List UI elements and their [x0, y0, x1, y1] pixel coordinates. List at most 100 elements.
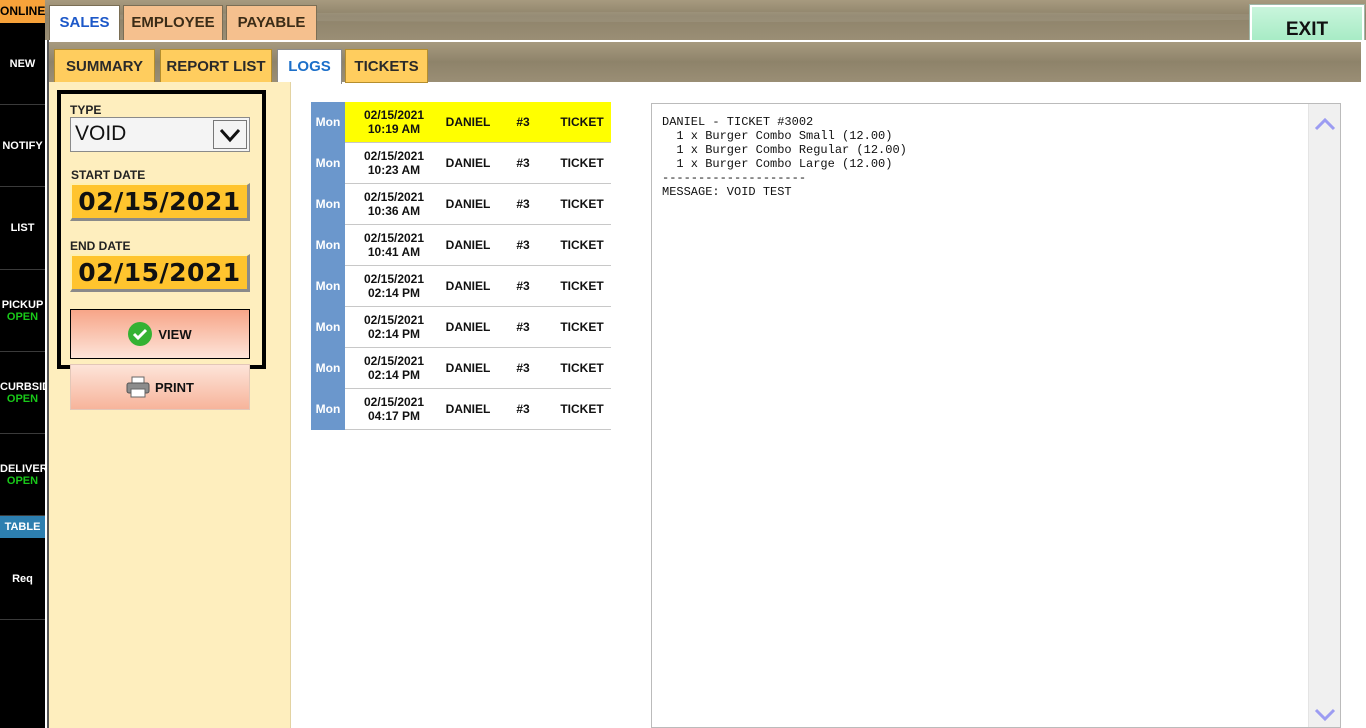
tab-sales[interactable]: SALES	[49, 5, 120, 42]
log-row[interactable]: Mon 02/15/2021 10:19 AM DANIEL #3 TICKET	[311, 101, 611, 143]
log-station: #3	[516, 238, 530, 252]
log-row[interactable]: Mon 02/15/2021 10:23 AM DANIEL #3 TICKET	[311, 142, 611, 184]
sidebar-item-label: NEW	[9, 57, 36, 70]
log-station: #3	[516, 279, 530, 293]
log-user: DANIEL	[445, 320, 491, 334]
log-station: #3	[516, 320, 530, 334]
log-user: DANIEL	[445, 279, 491, 293]
sidebar-item-status: OPEN	[6, 310, 39, 323]
log-type: TICKET	[560, 197, 604, 211]
online-status: ONLINE	[0, 0, 45, 23]
detail-line: --------------------	[662, 171, 807, 185]
log-detail-text: DANIEL - TICKET #3002 1 x Burger Combo S…	[662, 115, 907, 199]
print-label: PRINT	[155, 379, 194, 395]
print-button[interactable]: PRINT	[70, 364, 250, 410]
type-select[interactable]: VOID	[70, 117, 250, 152]
log-day: Mon	[311, 183, 345, 225]
chevron-down-icon[interactable]	[213, 120, 247, 149]
log-user: DANIEL	[445, 156, 491, 170]
detail-line: DANIEL - TICKET #3002	[662, 115, 814, 129]
log-date: 02/15/2021	[363, 354, 425, 368]
log-row[interactable]: Mon 02/15/2021 02:14 PM DANIEL #3 TICKET	[311, 347, 611, 389]
log-date: 02/15/2021	[363, 108, 425, 122]
sidebar-item-label: CURBSID	[0, 380, 45, 393]
log-station: #3	[516, 197, 530, 211]
check-icon	[128, 322, 153, 346]
log-type: TICKET	[560, 320, 604, 334]
log-station: #3	[516, 402, 530, 416]
log-datetime: 02/15/2021 10:23 AM	[345, 149, 443, 177]
sidebar-item-status: OPEN	[6, 392, 39, 405]
tab-payable[interactable]: PAYABLE	[226, 5, 317, 41]
log-row[interactable]: Mon 02/15/2021 02:14 PM DANIEL #3 TICKET	[311, 306, 611, 348]
log-station: #3	[516, 156, 530, 170]
log-date: 02/15/2021	[363, 313, 425, 327]
log-datetime: 02/15/2021 04:17 PM	[345, 395, 443, 423]
log-user: DANIEL	[445, 402, 491, 416]
log-datetime: 02/15/2021 02:14 PM	[345, 354, 443, 382]
sidebar-item-status: OPEN	[6, 474, 39, 487]
start-date-label: START DATE	[71, 168, 146, 182]
type-label: TYPE	[70, 103, 102, 117]
log-day: Mon	[311, 265, 345, 307]
log-datetime: 02/15/2021 10:41 AM	[345, 231, 443, 259]
log-day: Mon	[311, 101, 345, 143]
printer-icon	[126, 376, 150, 398]
log-detail-panel: DANIEL - TICKET #3002 1 x Burger Combo S…	[651, 103, 1341, 728]
tab-employee[interactable]: EMPLOYEE	[123, 5, 223, 41]
log-datetime: 02/15/2021 02:14 PM	[345, 272, 443, 300]
detail-line: 1 x Burger Combo Small (12.00)	[662, 129, 893, 143]
sidebar-item-notify[interactable]: NOTIFY	[0, 105, 45, 187]
log-time: 10:19 AM	[367, 122, 421, 136]
log-date: 02/15/2021	[363, 272, 425, 286]
log-station: #3	[516, 361, 530, 375]
log-row[interactable]: Mon 02/15/2021 04:17 PM DANIEL #3 TICKET	[311, 388, 611, 430]
log-user: DANIEL	[445, 361, 491, 375]
log-list: Mon 02/15/2021 10:19 AM DANIEL #3 TICKET Mon 02…	[311, 101, 611, 430]
type-selected-value: VOID	[75, 122, 127, 145]
tab-report-list[interactable]: REPORT LIST	[160, 49, 272, 83]
detail-line: 1 x Burger Combo Regular (12.00)	[662, 143, 907, 157]
scroll-up-icon[interactable]	[1314, 116, 1336, 132]
scroll-down-icon[interactable]	[1314, 707, 1336, 723]
log-day: Mon	[311, 347, 345, 389]
start-date-button[interactable]: 02/15/2021	[70, 183, 250, 221]
log-type: TICKET	[560, 156, 604, 170]
tab-logs[interactable]: LOGS	[277, 49, 342, 84]
log-row[interactable]: Mon 02/15/2021 10:41 AM DANIEL #3 TICKET	[311, 224, 611, 266]
tab-tickets[interactable]: TICKETS	[345, 49, 428, 83]
log-time: 02:14 PM	[367, 327, 421, 341]
log-datetime: 02/15/2021 10:19 AM	[345, 108, 443, 136]
log-type: TICKET	[560, 279, 604, 293]
sidebar-item-label: LIST	[10, 222, 35, 234]
log-time: 02:14 PM	[367, 286, 421, 300]
sidebar-item-delivery[interactable]: DELIVERY OPEN	[0, 434, 45, 516]
log-date: 02/15/2021	[363, 231, 425, 245]
sidebar-item-pickup[interactable]: PICKUP OPEN	[0, 270, 45, 352]
sidebar-item-req[interactable]: Req	[0, 538, 45, 620]
log-datetime: 02/15/2021 02:14 PM	[345, 313, 443, 341]
log-row[interactable]: Mon 02/15/2021 10:36 AM DANIEL #3 TICKET	[311, 183, 611, 225]
tab-summary[interactable]: SUMMARY	[54, 49, 155, 83]
log-station: #3	[516, 115, 530, 129]
sidebar: ONLINE NEW NOTIFY LIST PICKUP OPEN CURBS…	[0, 0, 45, 728]
end-date-button[interactable]: 02/15/2021	[70, 254, 250, 292]
log-time: 10:23 AM	[367, 163, 421, 177]
log-user: DANIEL	[445, 197, 491, 211]
sidebar-item-label: Req	[12, 572, 33, 585]
view-button[interactable]: VIEW	[70, 309, 250, 359]
sidebar-item-curbside[interactable]: CURBSID OPEN	[0, 352, 45, 434]
log-time: 10:41 AM	[367, 245, 421, 259]
sidebar-item-new[interactable]: NEW	[0, 23, 45, 105]
log-time: 04:17 PM	[367, 409, 421, 423]
scrollbar[interactable]	[1308, 104, 1340, 727]
log-time: 10:36 AM	[367, 204, 421, 218]
log-row[interactable]: Mon 02/15/2021 02:14 PM DANIEL #3 TICKET	[311, 265, 611, 307]
log-time: 02:14 PM	[367, 368, 421, 382]
log-type: TICKET	[560, 361, 604, 375]
log-day: Mon	[311, 388, 345, 430]
sidebar-item-list[interactable]: LIST	[0, 187, 45, 270]
log-date: 02/15/2021	[363, 149, 425, 163]
log-type: TICKET	[560, 238, 604, 252]
log-user: DANIEL	[445, 115, 491, 129]
